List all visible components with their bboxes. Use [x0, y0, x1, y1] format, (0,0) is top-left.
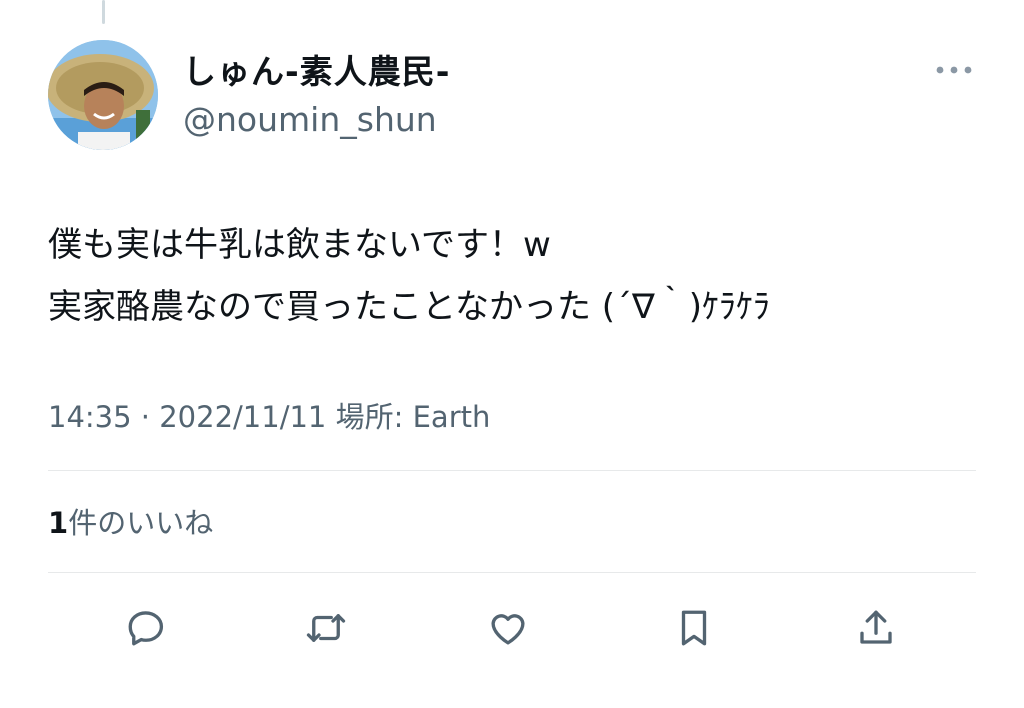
like-count-label: 件のいいね	[68, 506, 214, 540]
likes-count[interactable]: 1件のいいね	[48, 500, 213, 546]
tweet-detail: しゅん-素人農民- @noumin_shun 僕も実は牛乳は飲まないです！w 実…	[0, 0, 1024, 708]
divider	[48, 470, 976, 471]
retweet-icon[interactable]	[298, 600, 354, 656]
reply-icon[interactable]	[118, 600, 174, 656]
avatar-image	[48, 40, 158, 150]
tweet-text: 僕も実は牛乳は飲まないです！w 実家酪農なので買ったことなかった (´∇｀)ｹﾗ…	[48, 225, 771, 327]
action-bar	[48, 600, 976, 660]
tweet-location[interactable]: Earth	[413, 400, 491, 434]
avatar[interactable]	[48, 40, 158, 150]
share-icon[interactable]	[848, 600, 904, 656]
meta-separator: ·	[131, 400, 160, 434]
tweet-time[interactable]: 14:35	[48, 400, 132, 434]
divider	[48, 572, 976, 573]
tweet-date[interactable]: 2022/11/11	[159, 400, 326, 434]
thread-connector-line	[102, 0, 105, 24]
user-handle[interactable]: @noumin_shun	[183, 98, 450, 142]
like-count-number: 1	[48, 506, 69, 540]
display-name[interactable]: しゅん-素人農民-	[183, 50, 450, 94]
location-label: 場所:	[326, 400, 413, 434]
like-icon[interactable]	[480, 600, 536, 656]
bookmark-icon[interactable]	[666, 600, 722, 656]
author-names: しゅん-素人農民- @noumin_shun	[183, 50, 450, 142]
more-icon[interactable]	[934, 58, 974, 82]
tweet-header: しゅん-素人農民- @noumin_shun	[48, 40, 978, 152]
tweet-meta: 14:35 · 2022/11/11 場所: Earth	[48, 394, 490, 440]
